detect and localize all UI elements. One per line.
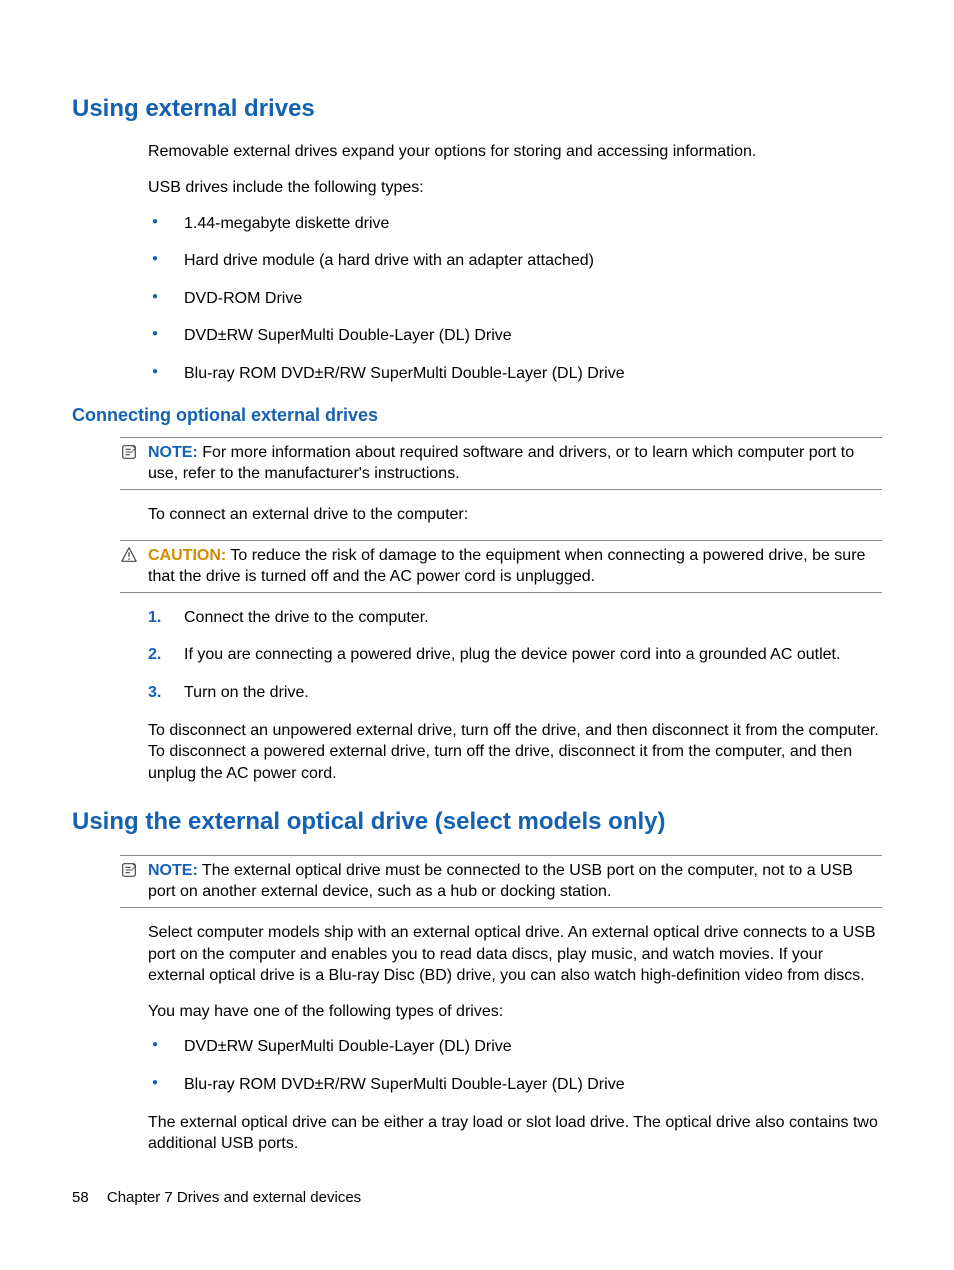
caution-icon bbox=[120, 546, 138, 564]
caution-text: To reduce the risk of damage to the equi… bbox=[148, 547, 865, 586]
chapter-label: Chapter 7 Drives and external devices bbox=[107, 1189, 361, 1206]
paragraph: USB drives include the following types: bbox=[148, 177, 882, 199]
paragraph: Select computer models ship with an exte… bbox=[148, 922, 882, 987]
note-text: For more information about required soft… bbox=[148, 444, 854, 483]
usb-drive-types-list: 1.44-megabyte diskette drive Hard drive … bbox=[148, 213, 882, 385]
paragraph: Removable external drives expand your op… bbox=[148, 141, 882, 163]
heading-using-external-drives: Using external drives bbox=[72, 93, 882, 125]
note-icon bbox=[120, 443, 138, 461]
paragraph: You may have one of the following types … bbox=[148, 1001, 882, 1023]
list-item: If you are connecting a powered drive, p… bbox=[148, 644, 882, 666]
note-callout: NOTE: For more information about require… bbox=[120, 437, 882, 490]
list-item: Blu-ray ROM DVD±R/RW SuperMulti Double-L… bbox=[148, 363, 882, 385]
page-number: 58 bbox=[72, 1189, 89, 1206]
heading-connecting-optional-external-drives: Connecting optional external drives bbox=[72, 403, 882, 427]
connect-steps-list: Connect the drive to the computer. If yo… bbox=[148, 607, 882, 704]
list-item: DVD±RW SuperMulti Double-Layer (DL) Driv… bbox=[148, 1036, 882, 1058]
paragraph: To disconnect an unpowered external driv… bbox=[148, 720, 882, 785]
list-item: Connect the drive to the computer. bbox=[148, 607, 882, 629]
list-item: Turn on the drive. bbox=[148, 682, 882, 704]
caution-callout: CAUTION: To reduce the risk of damage to… bbox=[120, 540, 882, 593]
caution-label: CAUTION: bbox=[148, 547, 226, 564]
note-icon bbox=[120, 861, 138, 879]
list-item: Hard drive module (a hard drive with an … bbox=[148, 250, 882, 272]
list-item: DVD±RW SuperMulti Double-Layer (DL) Driv… bbox=[148, 325, 882, 347]
paragraph: To connect an external drive to the comp… bbox=[148, 504, 882, 526]
note-label: NOTE: bbox=[148, 444, 198, 461]
note-callout: NOTE: The external optical drive must be… bbox=[120, 855, 882, 908]
list-item: 1.44-megabyte diskette drive bbox=[148, 213, 882, 235]
list-item: DVD-ROM Drive bbox=[148, 288, 882, 310]
list-item: Blu-ray ROM DVD±R/RW SuperMulti Double-L… bbox=[148, 1074, 882, 1096]
paragraph: The external optical drive can be either… bbox=[148, 1112, 882, 1155]
note-label: NOTE: bbox=[148, 862, 198, 879]
optical-drive-types-list: DVD±RW SuperMulti Double-Layer (DL) Driv… bbox=[148, 1036, 882, 1095]
page-footer: 58 Chapter 7 Drives and external devices bbox=[72, 1188, 361, 1208]
heading-using-external-optical-drive: Using the external optical drive (select… bbox=[72, 806, 882, 838]
note-text: The external optical drive must be conne… bbox=[148, 862, 853, 901]
